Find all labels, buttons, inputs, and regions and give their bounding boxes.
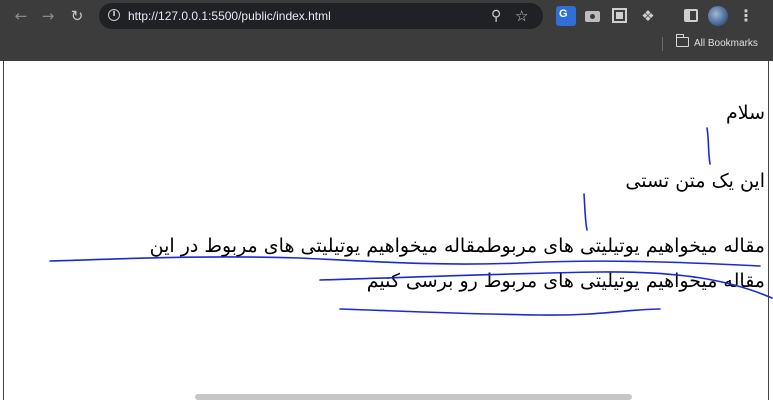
zoom-icon[interactable]: ⚲ bbox=[491, 4, 501, 28]
forward-icon[interactable]: → bbox=[36, 4, 60, 28]
greeting-text: سلام bbox=[725, 102, 765, 124]
extensions-puzzle-icon[interactable]: ❖ bbox=[638, 6, 658, 26]
bookmark-star-icon[interactable]: ☆ bbox=[515, 4, 528, 28]
side-panel-icon[interactable] bbox=[681, 6, 701, 26]
camera-extension-icon[interactable] bbox=[583, 6, 603, 26]
all-bookmarks-label: All Bookmarks bbox=[694, 38, 758, 49]
toolbar-divider bbox=[662, 37, 663, 51]
folder-icon bbox=[675, 34, 689, 47]
horizontal-scrollbar[interactable] bbox=[195, 394, 632, 400]
paragraph-line-2: مقاله میخواهیم یوتیلیتی های مربوط رو برس… bbox=[366, 270, 765, 292]
reload-icon[interactable]: ↻ bbox=[65, 4, 89, 28]
browser-chrome: ← → ↻ i http://127.0.0.1:5500/public/ind… bbox=[0, 0, 773, 61]
qr-extension-icon[interactable] bbox=[610, 6, 630, 26]
paragraph-line-1: مقاله میخواهیم یوتیلیتی های مربوطمقاله م… bbox=[149, 235, 765, 257]
back-icon[interactable]: ← bbox=[9, 4, 33, 28]
profile-avatar-icon[interactable] bbox=[708, 6, 728, 26]
url-text[interactable]: http://127.0.0.1:5500/public/index.html bbox=[128, 3, 331, 29]
address-bar[interactable]: i http://127.0.0.1:5500/public/index.htm… bbox=[99, 3, 543, 29]
navigation-bar: ← → ↻ i http://127.0.0.1:5500/public/ind… bbox=[0, 0, 773, 32]
menu-icon[interactable]: ⋮ bbox=[736, 6, 756, 26]
all-bookmarks-button[interactable]: All Bookmarks bbox=[675, 34, 758, 53]
translate-extension-icon[interactable] bbox=[556, 6, 576, 26]
test-text: این یک متن تستی bbox=[625, 170, 765, 192]
site-info-icon[interactable]: i bbox=[108, 9, 120, 21]
page-viewport bbox=[3, 61, 769, 400]
